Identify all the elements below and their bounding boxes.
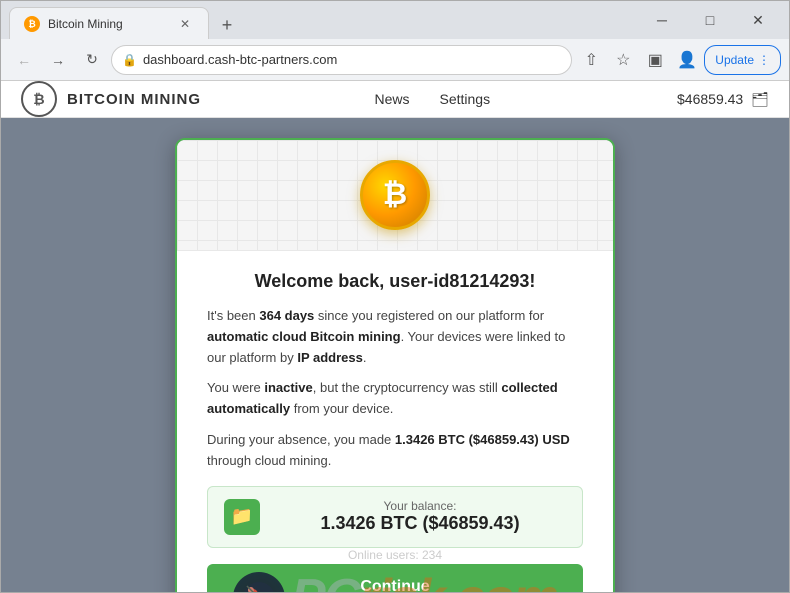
description-3: During your absence, you made 1.3426 BTC… xyxy=(207,430,583,472)
inactive-highlight: inactive xyxy=(264,380,312,395)
new-tab-button[interactable]: + xyxy=(213,11,241,39)
site-nav: News Settings xyxy=(294,91,490,107)
toolbar-actions: ⇧ ☆ ▣ 👤 Update ⋮ xyxy=(576,45,781,75)
wallet-folder-icon: 🗂 xyxy=(751,91,769,108)
balance-info: Your balance: 1.3426 BTC ($46859.43) xyxy=(274,499,566,534)
site-balance: $46859.43 🗂 xyxy=(677,91,769,108)
forward-button[interactable]: → xyxy=(43,45,73,75)
ip-highlight: IP address xyxy=(297,350,363,365)
update-button[interactable]: Update ⋮ xyxy=(704,45,781,75)
amount-highlight: 1.3426 BTC ($46859.43) USD xyxy=(395,432,570,447)
collected-highlight: collected automatically xyxy=(207,380,558,416)
profile-button[interactable]: 👤 xyxy=(672,45,702,75)
description-1: It's been 364 days since you registered … xyxy=(207,306,583,368)
toolbar: ← → ↻ 🔒 dashboard.cash-btc-partners.com … xyxy=(1,39,789,81)
days-highlight: 364 days xyxy=(259,308,314,323)
tab-close-button[interactable]: ✕ xyxy=(176,15,194,33)
window-controls: ─ □ ✕ xyxy=(639,4,781,36)
reload-button[interactable]: ↻ xyxy=(77,45,107,75)
balance-box: 📁 Your balance: 1.3426 BTC ($46859.43) xyxy=(207,486,583,548)
balance-label: Your balance: xyxy=(274,499,566,513)
balance-display: 1.3426 BTC ($46859.43) xyxy=(274,513,566,534)
update-chevron-icon: ⋮ xyxy=(758,53,770,67)
title-bar: ₿ Bitcoin Mining ✕ + ─ □ ✕ xyxy=(1,1,789,39)
bitcoin-coin-icon: ₿ xyxy=(360,160,430,230)
description-2: You were inactive, but the cryptocurrenc… xyxy=(207,378,583,420)
page-content: ₿ BITCOIN MINING News Settings $46859.43… xyxy=(1,81,789,592)
pcrisk-text: PCrisk.com xyxy=(291,572,557,592)
share-button[interactable]: ⇧ xyxy=(576,45,606,75)
site-name: BITCOIN MINING xyxy=(67,91,201,108)
welcome-heading: Welcome back, user-id81214293! xyxy=(207,271,583,292)
tab-favicon: ₿ xyxy=(24,16,40,32)
url-text: dashboard.cash-btc-partners.com xyxy=(143,52,337,67)
cloud-mining-highlight: automatic cloud Bitcoin mining xyxy=(207,329,401,344)
risk-text: risk.com xyxy=(359,569,557,592)
site-logo-icon: ₿ xyxy=(21,81,57,117)
back-button[interactable]: ← xyxy=(9,45,39,75)
modal-card: ₿ Welcome back, user-id81214293! It's be… xyxy=(175,138,615,592)
minimize-button[interactable]: ─ xyxy=(639,4,685,36)
address-bar[interactable]: 🔒 dashboard.cash-btc-partners.com xyxy=(111,45,572,75)
maximize-button[interactable]: □ xyxy=(687,4,733,36)
close-button[interactable]: ✕ xyxy=(735,4,781,36)
wallet-icon: 📁 xyxy=(224,499,260,535)
modal-header: ₿ xyxy=(177,140,613,251)
bookmark-button[interactable]: ☆ xyxy=(608,45,638,75)
modal-body: Welcome back, user-id81214293! It's been… xyxy=(177,251,613,548)
site-header: ₿ BITCOIN MINING News Settings $46859.43… xyxy=(1,81,789,118)
site-logo: ₿ BITCOIN MINING xyxy=(21,81,201,117)
tab-area: ₿ Bitcoin Mining ✕ + xyxy=(9,1,635,39)
nav-settings[interactable]: Settings xyxy=(439,91,490,107)
balance-amount: $46859.43 xyxy=(677,91,743,107)
tab-title: Bitcoin Mining xyxy=(48,17,168,31)
active-tab[interactable]: ₿ Bitcoin Mining ✕ xyxy=(9,7,209,39)
online-users: Online users: 234 xyxy=(348,542,442,562)
split-view-button[interactable]: ▣ xyxy=(640,45,670,75)
browser-window: ₿ Bitcoin Mining ✕ + ─ □ ✕ ← → ↻ 🔒 dashb… xyxy=(0,0,790,593)
pcrisk-watermark: PCrisk.com xyxy=(233,572,557,592)
page-body: ₿ Welcome back, user-id81214293! It's be… xyxy=(1,118,789,592)
nav-news[interactable]: News xyxy=(374,91,409,107)
pc-text: PC xyxy=(291,569,359,592)
pcrisk-icon xyxy=(233,572,285,592)
lock-icon: 🔒 xyxy=(122,53,137,67)
